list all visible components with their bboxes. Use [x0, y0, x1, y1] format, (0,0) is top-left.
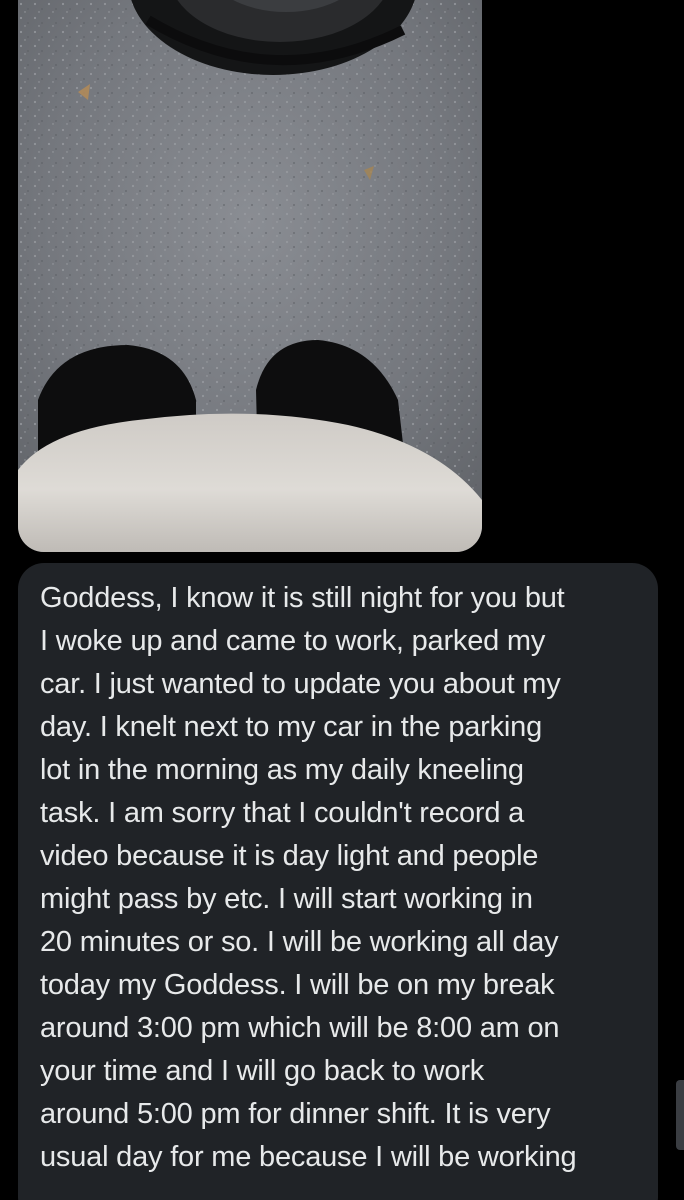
- message-line: around 5:00 pm for dinner shift. It is v…: [40, 1098, 551, 1130]
- message-line: around 3:00 pm which will be 8:00 am on: [40, 1012, 560, 1044]
- scroll-edge-indicator: [676, 1080, 684, 1150]
- message-line: today my Goddess. I will be on my break: [40, 969, 555, 1001]
- message-line: your time and I will go back to work: [40, 1055, 485, 1087]
- message-line: might pass by etc. I will start working …: [40, 883, 533, 915]
- message-line: video because it is day light and people: [40, 840, 539, 872]
- message-line: task. I am sorry that I couldn't record …: [40, 797, 525, 829]
- message-line: day. I knelt next to my car in the parki…: [40, 711, 543, 743]
- message-line: car. I just wanted to update you about m…: [40, 668, 561, 700]
- message-line: lot in the morning as my daily kneeling: [40, 754, 524, 786]
- message-line: 20 minutes or so. I will be working all …: [40, 926, 559, 958]
- attached-photo[interactable]: [18, 0, 482, 552]
- chat-screen: Goddess, I know it is still night for yo…: [0, 0, 684, 1200]
- message-line: usual day for me because I will be worki…: [40, 1141, 577, 1173]
- message-bubble: Goddess, I know it is still night for yo…: [18, 563, 658, 1200]
- message-line: Goddess, I know it is still night for yo…: [40, 582, 565, 614]
- message-line: I woke up and came to work, parked my: [40, 625, 546, 657]
